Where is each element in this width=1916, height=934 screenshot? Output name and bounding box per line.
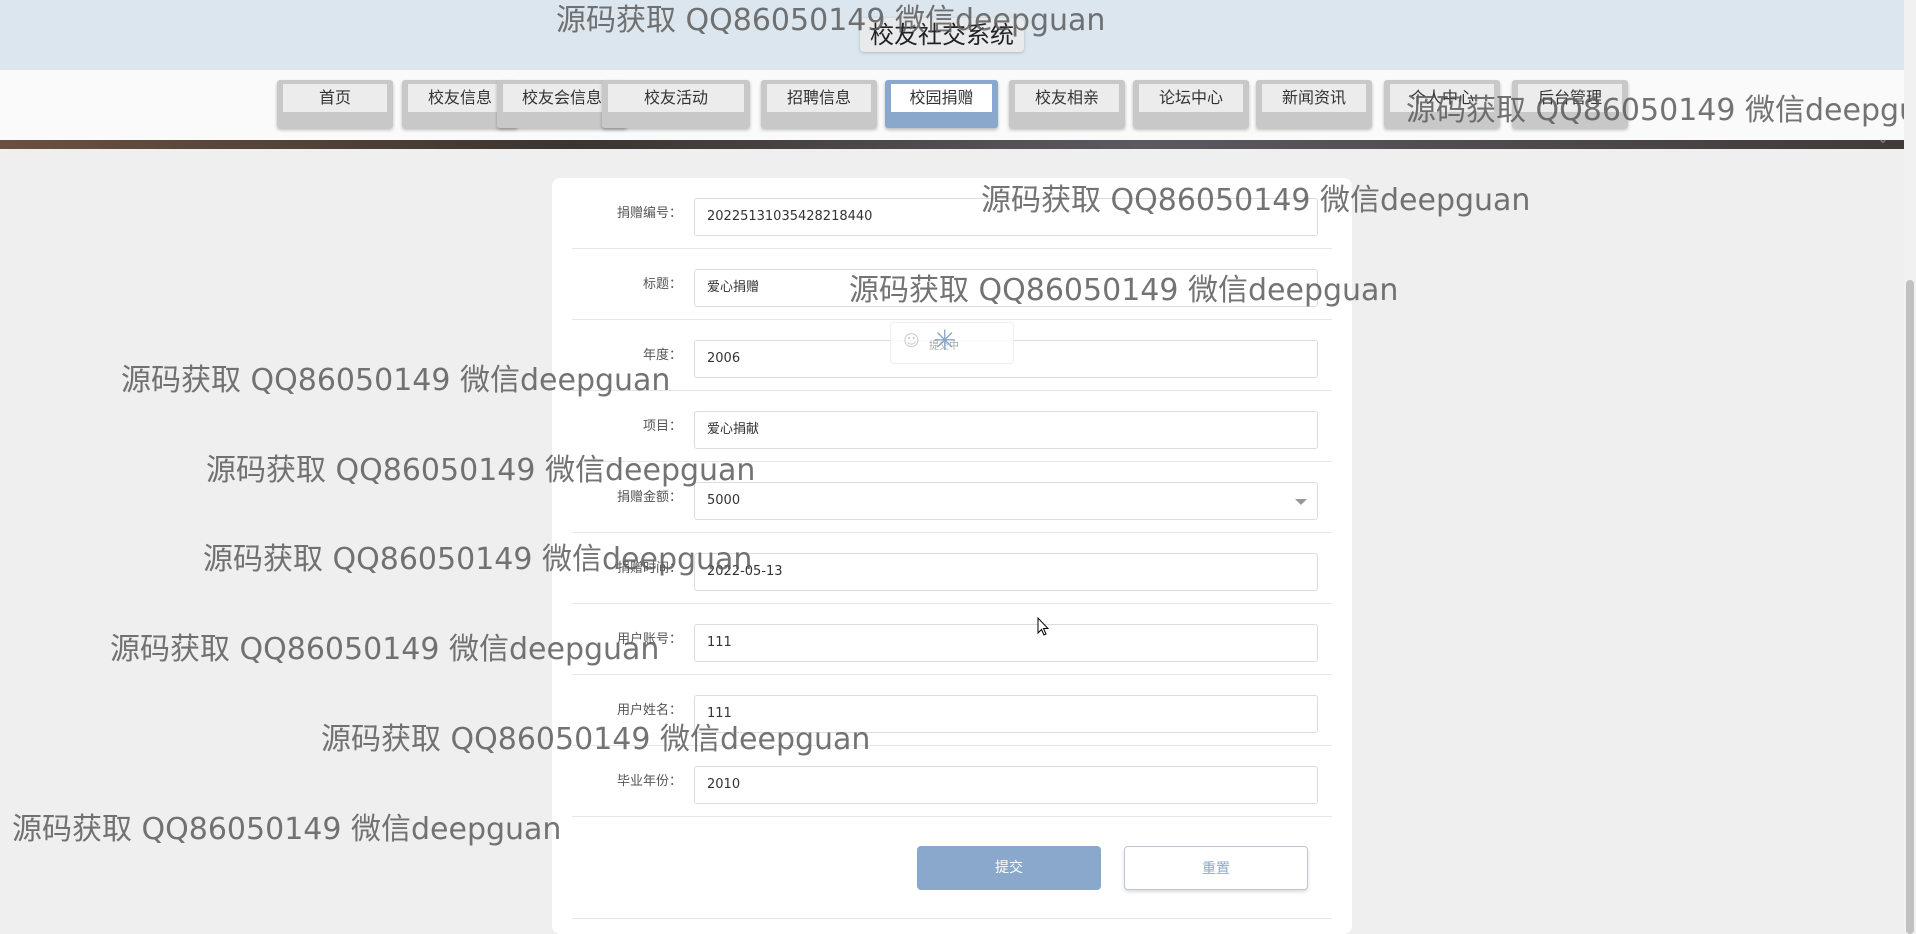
form-row-project: 项目： 爱心捐献 — [572, 391, 1332, 462]
nav-personal-center[interactable]: 个人中心 — [1384, 80, 1500, 128]
nav-alumni-dating[interactable]: 校友相亲 — [1009, 80, 1125, 128]
form-row-donation-id: 捐赠编号： 20225131035428218440 — [572, 178, 1332, 249]
nav-label: 校友活动 — [608, 84, 744, 112]
main-nav: 首页 校友信息 校友会信息 校友活动 招聘信息 校园捐赠 校友相亲 论坛中心 新… — [0, 70, 1904, 140]
smile-icon: ☺ — [903, 331, 920, 350]
watermark-text: 源码获取 QQ86050149 微信deepguan — [12, 812, 562, 847]
nav-label: 首页 — [283, 84, 387, 112]
form-row-donation-time: 捐赠时间： 2022-05-13 — [572, 533, 1332, 604]
field-label: 项目： — [642, 419, 682, 434]
chevron-down-icon[interactable]: ⌄ — [1877, 132, 1889, 146]
form-row-user-name: 用户姓名： 111 — [572, 675, 1332, 746]
nav-label: 校友相亲 — [1015, 84, 1119, 112]
nav-news[interactable]: 新闻资讯 — [1256, 80, 1372, 128]
user-account-field[interactable]: 111 — [694, 624, 1318, 662]
mouse-cursor-icon — [1037, 617, 1049, 636]
nav-forum[interactable]: 论坛中心 — [1133, 80, 1249, 128]
user-name-field[interactable]: 111 — [694, 695, 1318, 733]
nav-alumni-activity[interactable]: 校友活动 — [602, 80, 750, 128]
banner-image — [0, 140, 1904, 149]
nav-label: 论坛中心 — [1139, 84, 1243, 112]
nav-recruitment[interactable]: 招聘信息 — [761, 80, 877, 128]
nav-label: 后台管理 — [1518, 84, 1622, 112]
field-label: 标题： — [642, 277, 682, 292]
field-label: 用户账号： — [616, 632, 682, 647]
nav-admin[interactable]: 后台管理 — [1512, 80, 1628, 128]
field-label: 毕业年份： — [616, 774, 682, 789]
nav-label: 校园捐赠 — [891, 84, 992, 112]
donation-form: 捐赠编号： 20225131035428218440 标题： 爱心捐赠 年度： … — [552, 178, 1352, 934]
field-label: 年度： — [642, 348, 682, 363]
spinner-icon: ✳ — [933, 324, 957, 357]
form-row-title: 标题： 爱心捐赠 — [572, 249, 1332, 320]
nav-home[interactable]: 首页 — [277, 80, 393, 128]
scrollbar-thumb[interactable] — [1906, 280, 1914, 934]
field-label: 捐赠编号： — [616, 206, 682, 221]
nav-label: 新闻资讯 — [1262, 84, 1366, 112]
header-bar: 校友社交系统 — [0, 0, 1904, 70]
site-title: 校友社交系统 — [860, 18, 1024, 52]
nav-label: 招聘信息 — [767, 84, 871, 112]
nav-label: 个人中心 — [1390, 84, 1494, 112]
amount-select[interactable]: 5000 — [694, 482, 1318, 520]
field-label: 捐赠金额： — [616, 490, 682, 505]
title-field[interactable]: 爱心捐赠 — [694, 269, 1318, 307]
donation-id-field[interactable]: 20225131035428218440 — [694, 198, 1318, 236]
nav-campus-donation[interactable]: 校园捐赠 — [885, 80, 998, 128]
form-actions: 提交 重置 — [572, 838, 1332, 919]
field-label: 捐赠时间： — [616, 561, 682, 576]
loading-toast: ☺ 提交中 ✳ — [890, 322, 1014, 364]
form-row-user-account: 用户账号： 111 — [572, 604, 1332, 675]
reset-button[interactable]: 重置 — [1124, 846, 1308, 890]
form-row-graduation-year: 毕业年份： 2010 — [572, 746, 1332, 817]
field-label: 用户姓名： — [616, 703, 682, 718]
submit-button[interactable]: 提交 — [917, 846, 1101, 890]
graduation-year-field[interactable]: 2010 — [694, 766, 1318, 804]
amount-value: 5000 — [707, 493, 741, 508]
donation-time-field[interactable]: 2022-05-13 — [694, 553, 1318, 591]
form-row-amount: 捐赠金额： 5000 — [572, 462, 1332, 533]
project-field[interactable]: 爱心捐献 — [694, 411, 1318, 449]
chevron-down-icon — [1295, 499, 1307, 505]
scrollbar[interactable] — [1904, 0, 1916, 934]
